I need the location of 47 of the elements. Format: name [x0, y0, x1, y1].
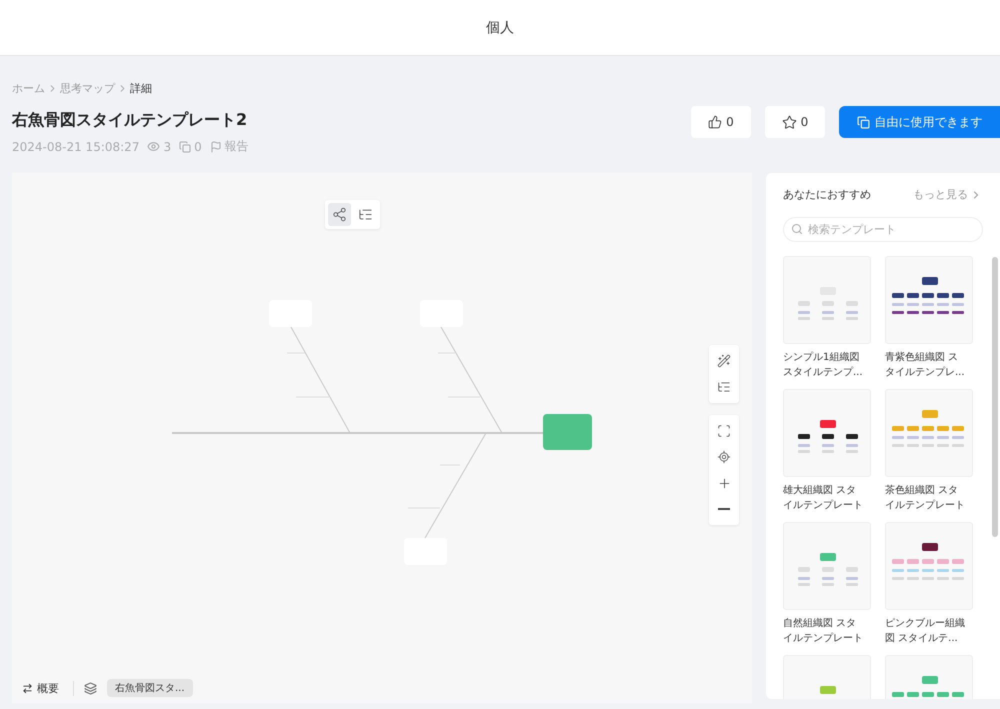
magic-wand-icon	[717, 354, 731, 368]
template-thumbnail[interactable]	[783, 256, 871, 344]
page-tab[interactable]: 右魚骨図スタ...	[107, 679, 193, 697]
template-title[interactable]: ピンクブルー組織図 スタイルテ...	[885, 616, 967, 646]
copy-icon	[179, 140, 192, 152]
template-thumbnail[interactable]	[885, 389, 973, 477]
topic-node[interactable]	[420, 300, 463, 327]
topic-node[interactable]	[269, 300, 312, 327]
share-icon	[332, 207, 347, 222]
search-icon	[791, 223, 803, 235]
view-count: 3	[163, 140, 172, 154]
scrollbar-thumb[interactable]	[992, 257, 998, 537]
star-icon	[782, 114, 797, 130]
template-thumbnail[interactable]	[885, 522, 973, 610]
diagram-view-button[interactable]	[328, 203, 351, 226]
copy-count: 0	[194, 140, 202, 154]
outline-button[interactable]: 概要	[22, 680, 74, 696]
eye-icon	[147, 140, 160, 153]
search-field[interactable]: 検索テンプレート	[783, 217, 983, 242]
target-icon	[717, 450, 731, 464]
swap-icon	[22, 682, 33, 694]
flag-icon	[210, 140, 222, 152]
template-thumbnail[interactable]	[885, 256, 973, 344]
copy-icon	[856, 116, 870, 128]
template-title[interactable]: 青紫色組織図 スタイルテンプレ...	[885, 350, 967, 380]
thumbs-up-icon	[708, 115, 722, 129]
template-title[interactable]: 雄大組織図 スタイルテンプレート	[783, 483, 865, 513]
template-thumbnail[interactable]	[783, 522, 871, 610]
star-button[interactable]: 0	[765, 106, 825, 138]
template-title[interactable]: 自然組織図 スタイルテンプレート	[783, 616, 865, 646]
topic-node[interactable]	[404, 538, 447, 565]
use-template-button[interactable]: 自由に使用できます	[839, 106, 1000, 138]
outline-icon	[358, 207, 373, 222]
page-title: 右魚骨図スタイルテンプレート2	[12, 110, 248, 131]
header-title: 個人	[0, 0, 1000, 56]
minus-icon	[718, 508, 730, 510]
layers-icon	[84, 682, 97, 694]
template-title[interactable]: 茶色組織図 スタイルテンプレート	[885, 483, 967, 513]
tree-icon	[717, 380, 731, 394]
template-title[interactable]: シンプル1組織図スタイルテンプ...	[783, 350, 865, 380]
fit-screen-icon	[717, 424, 731, 438]
like-button[interactable]: 0	[691, 106, 751, 138]
panel-heading: あなたにおすすめ	[783, 187, 871, 202]
central-topic-node[interactable]	[543, 414, 592, 450]
breadcrumb-link[interactable]: 詳細	[130, 81, 152, 96]
template-thumbnail[interactable]	[783, 389, 871, 477]
date-text: 2024-08-21 15:08:27	[12, 140, 140, 154]
